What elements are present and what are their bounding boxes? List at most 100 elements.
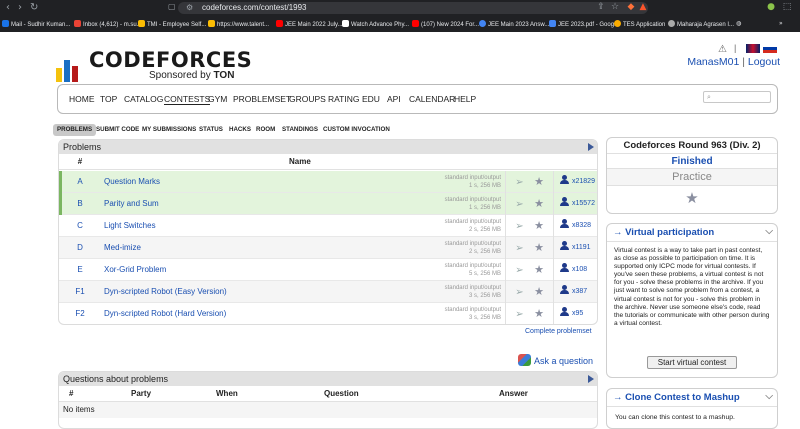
menu-item-gym[interactable]: GYM: [208, 94, 227, 104]
extensions-icon[interactable]: ⬚: [782, 2, 792, 12]
tab-my-submissions[interactable]: MY SUBMISSIONS: [138, 124, 200, 136]
problem-index-link[interactable]: E: [59, 259, 101, 281]
favorite-star-icon[interactable]: ★: [533, 286, 545, 298]
submit-icon[interactable]: ➢: [514, 199, 525, 210]
favorite-star-icon[interactable]: ★: [607, 186, 777, 210]
bookmark-item[interactable]: TES Application: [614, 20, 665, 29]
problem-index-link[interactable]: A: [59, 171, 101, 193]
back-icon[interactable]: ‹: [6, 2, 10, 13]
menu-item-edu[interactable]: EDU: [362, 94, 380, 104]
menu-item-groups[interactable]: GROUPS: [289, 94, 326, 104]
problem-index-link[interactable]: D: [59, 237, 101, 259]
bookmark-item[interactable]: Mail - Sudhir Kuman...: [2, 20, 70, 29]
bookmark-item[interactable]: Maharaja Agrasen I...: [668, 20, 734, 29]
tab-room[interactable]: ROOM: [252, 124, 279, 136]
menu-item-rating[interactable]: RATING: [328, 94, 359, 104]
more-bookmarks-icon[interactable]: »: [779, 20, 783, 28]
solved-count-link[interactable]: x1191: [553, 237, 597, 259]
english-flag-icon[interactable]: [746, 44, 760, 53]
solved-count-link[interactable]: x21829: [553, 171, 597, 193]
russian-flag-icon[interactable]: [763, 44, 777, 53]
problem-name-link[interactable]: Light Switches: [104, 215, 156, 237]
site-info-icon[interactable]: ⚙: [186, 2, 193, 14]
brave-rewards-icon[interactable]: ▲: [638, 2, 648, 12]
logout-link[interactable]: Logout: [748, 56, 780, 68]
bookmark-item[interactable]: https://www.talent...: [208, 20, 269, 29]
globe-icon[interactable]: ◍: [736, 20, 741, 28]
solved-count-link[interactable]: x8328: [553, 215, 597, 237]
problem-index-link[interactable]: B: [59, 193, 101, 215]
brave-shield-icon[interactable]: ◆: [626, 2, 636, 12]
submit-icon[interactable]: ➢: [514, 265, 525, 276]
reload-icon[interactable]: ↻: [30, 2, 38, 13]
menu-item-problemset[interactable]: PROBLEMSET: [233, 94, 291, 104]
favorite-star-icon[interactable]: ★: [533, 198, 545, 210]
submit-icon[interactable]: ➢: [514, 243, 525, 254]
menu-item-calendar[interactable]: CALENDAR: [409, 94, 455, 104]
favorite-star-icon[interactable]: ★: [533, 242, 545, 254]
favorite-star-icon[interactable]: ★: [533, 220, 545, 232]
submit-icon[interactable]: ➢: [514, 177, 525, 188]
chevron-down-icon[interactable]: ⌵: [765, 391, 773, 402]
tab-standings[interactable]: STANDINGS: [278, 124, 322, 136]
col-answer: Answer: [499, 389, 528, 398]
solved-count-link[interactable]: x15572: [553, 193, 597, 215]
notification-icon[interactable]: ⚠: [718, 44, 727, 55]
submit-icon[interactable]: ➢: [514, 309, 525, 320]
menu-item-catalog[interactable]: CATALOG: [124, 94, 163, 104]
tab-status[interactable]: STATUS: [195, 124, 227, 136]
problem-index-link[interactable]: F2: [59, 303, 101, 324]
problem-index-link[interactable]: F1: [59, 281, 101, 303]
problem-name-link[interactable]: Question Marks: [104, 171, 160, 193]
tab-problems[interactable]: PROBLEMS: [53, 124, 97, 136]
solved-count-link[interactable]: x387: [553, 281, 597, 303]
bookmark-item[interactable]: Watch Advance Phy...: [342, 20, 409, 29]
panel-arrow-icon[interactable]: [588, 143, 594, 151]
problem-name-link[interactable]: Med-imize: [104, 237, 141, 259]
problem-index-link[interactable]: C: [59, 215, 101, 237]
menu-item-help[interactable]: HELP: [454, 94, 476, 104]
submit-icon[interactable]: ➢: [514, 287, 525, 298]
bookmark-item[interactable]: JEE 2023.pdf - Goog...: [549, 20, 619, 29]
problem-name-link[interactable]: Xor-Grid Problem: [104, 259, 166, 281]
complete-problemset-link[interactable]: Complete problemset: [525, 328, 592, 335]
problem-name-link[interactable]: Parity and Sum: [104, 193, 159, 215]
bookmark-item[interactable]: Inbox (4,612) - m.su...: [74, 20, 142, 29]
problem-name-link[interactable]: Dyn-scripted Robot (Hard Version): [104, 303, 226, 324]
tab-submit-code[interactable]: SUBMIT CODE: [92, 124, 143, 136]
favorite-star-icon[interactable]: ★: [533, 264, 545, 276]
search-input[interactable]: ⌕: [703, 91, 771, 103]
contest-name[interactable]: Codeforces Round 963 (Div. 2): [607, 138, 777, 154]
bookmark-star-icon[interactable]: ☆: [610, 2, 620, 12]
favorite-star-icon[interactable]: ★: [533, 176, 545, 188]
menu-item-contests[interactable]: CONTESTS: [164, 94, 211, 105]
bookmark-item[interactable]: JEE Main 2023 Answ...: [479, 20, 549, 29]
bookmark-item[interactable]: TMI - Employee Self...: [138, 20, 206, 29]
tab-hacks[interactable]: HACKS: [225, 124, 255, 136]
solved-count-link[interactable]: x108: [553, 259, 597, 281]
address-bar[interactable]: ⚙ codeforces.com/contest/1993: [178, 2, 648, 14]
menu-item-top[interactable]: TOP: [100, 94, 117, 104]
menu-item-home[interactable]: HOME: [69, 94, 95, 104]
username-link[interactable]: ManasM01: [687, 56, 739, 68]
bookmark-item[interactable]: (107) New 2024 For...: [412, 20, 479, 29]
bookmark-item[interactable]: JEE Main 2022 July...: [276, 20, 343, 29]
chevron-down-icon[interactable]: ⌵: [765, 226, 773, 237]
favorite-star-icon[interactable]: ★: [533, 308, 545, 320]
tab-custom-invocation[interactable]: CUSTOM INVOCATION: [319, 124, 394, 136]
menu-item-api[interactable]: API: [387, 94, 401, 104]
forward-icon[interactable]: ›: [18, 2, 22, 13]
problem-name-link[interactable]: Dyn-scripted Robot (Easy Version): [104, 281, 227, 303]
ask-question-link[interactable]: Ask a question: [518, 354, 593, 366]
header-separator: |: [734, 43, 737, 53]
practice-link[interactable]: Practice: [607, 169, 777, 186]
solved-count-link[interactable]: x95: [553, 303, 597, 324]
submit-icon[interactable]: ➢: [514, 221, 525, 232]
col-index-header: #: [77, 157, 83, 166]
start-virtual-contest-button[interactable]: Start virtual contest: [647, 356, 737, 369]
extension-icon[interactable]: ●: [766, 2, 776, 12]
share-icon[interactable]: ⇪: [596, 2, 606, 12]
bookmark-tab-icon[interactable]: ▢: [168, 2, 176, 11]
panel-arrow-icon[interactable]: [588, 375, 594, 383]
codeforces-logo[interactable]: CODEFORCES Sponsored by TON: [56, 46, 256, 82]
